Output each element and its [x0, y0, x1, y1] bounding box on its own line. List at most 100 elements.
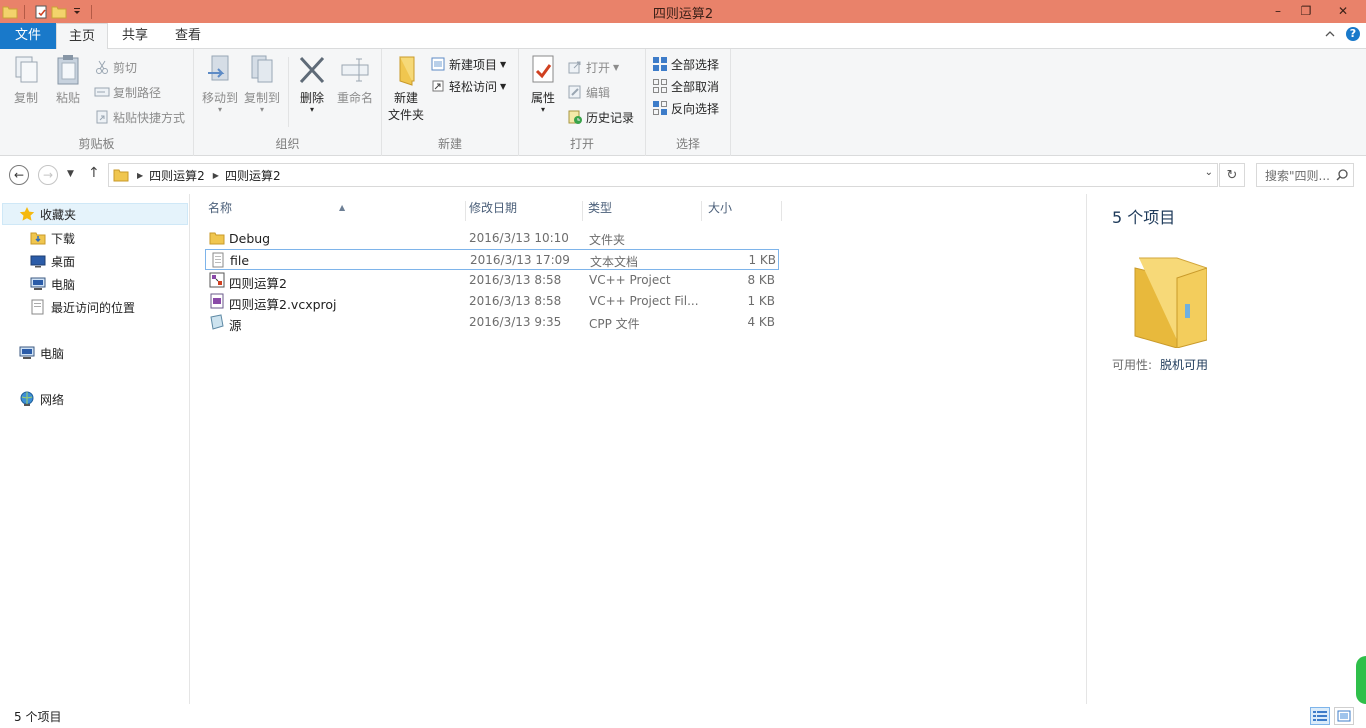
tab-file[interactable]: 文件	[0, 23, 56, 49]
tab-home[interactable]: 主页	[56, 23, 108, 50]
large-icons-view-button[interactable]	[1334, 707, 1354, 725]
recent-locations-dropdown-icon[interactable]: ▼	[67, 169, 74, 179]
ribbon-tabs: 文件 主页 共享 查看 ?	[0, 23, 1366, 50]
help-icon[interactable]: ?	[1346, 27, 1360, 41]
column-date-label: 修改日期	[469, 201, 518, 215]
copy-to-dropdown-icon: ▾	[259, 105, 264, 114]
nav-recent-places[interactable]: 最近访问的位置	[30, 296, 135, 318]
select-none-label: 全部取消	[671, 79, 720, 94]
search-input[interactable]: 搜索"四则...	[1256, 163, 1354, 187]
file-type: CPP 文件	[589, 317, 640, 331]
rename-button[interactable]: 重命名	[332, 53, 378, 107]
scissors-icon	[96, 60, 108, 74]
nav-network-label: 网络	[40, 392, 65, 407]
folder-icon	[209, 232, 225, 245]
invert-selection-button[interactable]: 反向选择	[652, 98, 719, 118]
edit-icon	[568, 85, 581, 99]
column-header-date[interactable]: 修改日期	[463, 201, 583, 221]
close-button[interactable]: ✕	[1320, 0, 1366, 21]
copy-path-label: 复制路径	[113, 85, 162, 100]
copy-path-button[interactable]: 复制路径	[94, 82, 161, 102]
paste-shortcut-button[interactable]: 粘贴快捷方式	[94, 107, 185, 127]
cut-label: 剪切	[113, 60, 138, 75]
breadcrumb-item[interactable]: 四则运算2	[149, 167, 205, 184]
nav-computer-favorite[interactable]: 电脑	[30, 273, 75, 295]
floating-widget[interactable]	[1356, 656, 1366, 704]
new-item-button[interactable]: 新建项目 ▼	[430, 54, 506, 74]
move-to-button[interactable]: 移动到 ▾	[198, 53, 242, 114]
file-type: 文本文档	[590, 255, 639, 269]
status-item-count: 5 个项目	[14, 710, 62, 724]
tab-share[interactable]: 共享	[113, 23, 157, 49]
nav-favorites[interactable]: 收藏夹	[2, 203, 188, 225]
nav-downloads[interactable]: 下载	[30, 227, 75, 249]
file-date: 2016/3/13 9:35	[469, 315, 562, 329]
network-icon	[20, 391, 34, 406]
ribbon: 复制 粘贴 剪切 复制路径 粘贴快捷方式 剪贴板 移动到 ▾ 复制到 ▾ 删除 …	[0, 49, 1366, 156]
file-name: 四则运算2	[229, 276, 287, 291]
file-date: 2016/3/13 17:09	[470, 253, 570, 267]
properties-button[interactable]: 属性 ▾	[525, 53, 561, 114]
nav-computer-favorite-label: 电脑	[51, 277, 76, 292]
address-bar[interactable]: ▶ 四则运算2 ▶ 四则运算2 ⌄	[108, 163, 1218, 187]
address-dropdown-icon[interactable]: ⌄	[1205, 167, 1213, 178]
select-all-button[interactable]: 全部选择	[652, 54, 719, 74]
search-icon	[1336, 169, 1348, 181]
refresh-button[interactable]: ↻	[1219, 163, 1245, 187]
copy-to-button[interactable]: 复制到 ▾	[240, 53, 284, 114]
file-size: 1 KB	[748, 253, 776, 267]
file-list: 名称 ▲ 修改日期 类型 大小 Debug 2016/3/13 10:10 文件…	[191, 194, 1086, 704]
title-bar[interactable]: 四则运算2 – ❐ ✕	[0, 0, 1366, 23]
maximize-button[interactable]: ❐	[1292, 0, 1320, 21]
nav-downloads-label: 下载	[51, 231, 76, 246]
forward-button[interactable]: →	[38, 165, 58, 185]
delete-label: 删除	[299, 91, 324, 105]
copy-button[interactable]: 复制	[6, 53, 46, 107]
properties-label: 属性	[530, 91, 555, 105]
open-button[interactable]: 打开 ▼	[567, 57, 619, 77]
move-to-label: 移动到	[201, 91, 238, 105]
column-header-size[interactable]: 大小	[702, 201, 782, 221]
nav-desktop[interactable]: 桌面	[30, 250, 75, 272]
delete-button[interactable]: 删除 ▾	[292, 53, 332, 114]
tab-view[interactable]: 查看	[166, 23, 210, 49]
paste-shortcut-label: 粘贴快捷方式	[113, 110, 186, 125]
minimize-button[interactable]: –	[1264, 0, 1292, 21]
delete-dropdown-icon: ▾	[309, 105, 314, 114]
nav-computer[interactable]: 电脑	[19, 342, 64, 364]
file-row[interactable]: 四则运算2 2016/3/13 8:58 VC++ Project 8 KB	[205, 270, 779, 291]
forward-arrow-icon: →	[42, 168, 54, 182]
invert-selection-label: 反向选择	[671, 101, 720, 116]
group-select: 全部选择 全部取消 反向选择 选择	[646, 49, 731, 156]
breadcrumb-item[interactable]: 四则运算2	[225, 167, 281, 184]
back-button[interactable]: ←	[9, 165, 29, 185]
collapse-ribbon-icon[interactable]	[1324, 28, 1336, 40]
paste-label: 粘贴	[55, 91, 80, 105]
refresh-icon: ↻	[1226, 167, 1238, 183]
file-row[interactable]: file 2016/3/13 17:09 文本文档 1 KB	[205, 249, 779, 270]
new-item-dropdown-icon: ▼	[500, 59, 507, 69]
file-row[interactable]: 四则运算2.vcxproj 2016/3/13 8:58 VC++ Projec…	[205, 291, 779, 312]
breadcrumb-chevron-icon[interactable]: ▶	[137, 171, 143, 180]
file-size: 8 KB	[747, 273, 775, 287]
details-view-button[interactable]	[1310, 707, 1330, 725]
breadcrumb-chevron-icon[interactable]: ▶	[213, 171, 219, 180]
edit-button[interactable]: 编辑	[567, 82, 610, 102]
column-name-label: 名称	[208, 201, 233, 215]
navigation-pane: 收藏夹 下载 桌面 电脑 最近访问的位置 电脑 网络	[0, 194, 190, 704]
cut-button[interactable]: 剪切	[94, 57, 137, 77]
new-folder-icon	[399, 56, 415, 86]
properties-dropdown-icon: ▾	[540, 105, 545, 114]
delete-x-icon	[299, 56, 325, 84]
column-header-name[interactable]: 名称 ▲	[202, 201, 466, 221]
up-arrow-icon[interactable]: ↑	[88, 165, 100, 181]
nav-network[interactable]: 网络	[19, 388, 64, 410]
file-row[interactable]: Debug 2016/3/13 10:10 文件夹	[205, 228, 779, 249]
file-row[interactable]: 源 2016/3/13 9:35 CPP 文件 4 KB	[205, 312, 779, 333]
paste-button[interactable]: 粘贴	[48, 53, 88, 107]
column-header-type[interactable]: 类型	[582, 201, 702, 221]
new-folder-button[interactable]: 新建 文件夹	[386, 53, 426, 124]
select-none-button[interactable]: 全部取消	[652, 76, 719, 96]
easy-access-button[interactable]: 轻松访问 ▼	[430, 76, 506, 96]
history-button[interactable]: 历史记录	[567, 107, 634, 127]
